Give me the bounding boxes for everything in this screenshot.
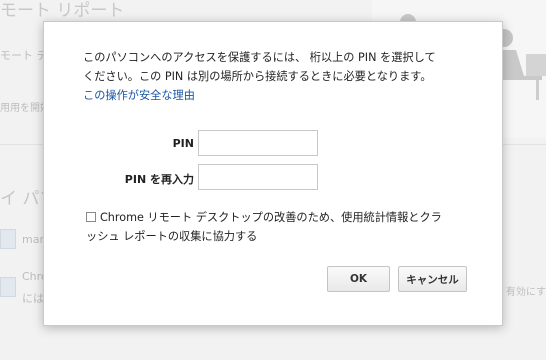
section-subtitle: モート デ [0,49,48,62]
why-secure-link[interactable]: この操作が安全な理由 [83,86,473,105]
enable-link: 有効にす [505,287,546,298]
pin-confirm-label: PIN を再入力 [124,173,194,186]
message-line: ください。この PIN は別の場所から接続するときに必要となります。 [83,70,432,83]
consent-line: ッシュ レポートの収集に協力する [86,230,258,243]
ok-button[interactable]: OK [327,266,390,292]
page-title: モート リポート [0,1,125,21]
cancel-button[interactable]: キャンセル [398,266,467,292]
computer-icon [0,229,16,249]
usage-stats-checkbox[interactable] [86,212,96,222]
dialog-message: このパソコンへのアクセスを保護するには、 桁以上の PIN を選択して ください… [83,48,473,105]
message-line: このパソコンへのアクセスを保護するには、 桁以上の PIN を選択して [83,51,436,64]
consent-line: Chrome リモート デスクトップの改善のため、使用統計情報とクラ [86,208,471,227]
pin-confirm-input[interactable] [198,164,318,190]
list-item: mar [22,233,44,246]
consent-text: Chrome リモート デスクトップの改善のため、使用統計情報とクラ [100,211,442,224]
computer-icon [0,277,16,297]
pin-label: PIN [172,137,194,150]
pin-dialog: このパソコンへのアクセスを保護するには、 桁以上の PIN を選択して ください… [43,21,503,326]
list-item-detail: には [22,292,44,305]
pin-input[interactable] [198,130,318,156]
usage-stats-consent: Chrome リモート デスクトップの改善のため、使用統計情報とクラ ッシュ レ… [86,208,471,246]
